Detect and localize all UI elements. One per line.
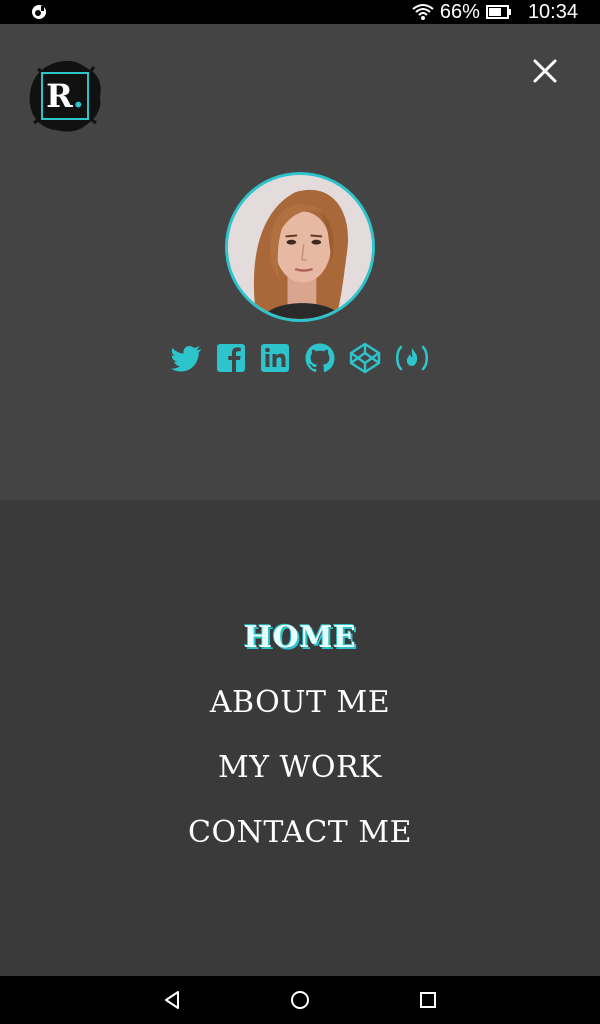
recents-icon[interactable] — [416, 988, 440, 1012]
clock: 10:34 — [527, 0, 578, 23]
twitter-icon[interactable] — [170, 341, 204, 375]
back-icon[interactable] — [160, 988, 184, 1012]
app-frame: 66% 10:34 R. HOME ABOUT ME MY WORK CONTA… — [0, 0, 600, 1024]
github-icon[interactable] — [303, 341, 337, 375]
social-links — [168, 339, 438, 379]
site-logo[interactable]: R. — [26, 57, 104, 135]
profile-photo — [228, 175, 372, 319]
menu-item-home[interactable]: HOME — [0, 620, 600, 655]
nav-menu: HOME ABOUT ME MY WORK CONTACT ME — [0, 500, 600, 976]
menu-item-about-me[interactable]: ABOUT ME — [0, 685, 600, 720]
menu-item-my-work[interactable]: MY WORK — [0, 750, 600, 785]
logo-dot: . — [72, 77, 84, 115]
wifi-icon — [412, 4, 434, 20]
battery-icon — [485, 5, 511, 19]
battery-percent: 66% — [439, 0, 480, 23]
notification-icon — [32, 5, 46, 19]
freecodecamp-icon[interactable] — [393, 341, 431, 375]
logo-text: R. — [26, 57, 104, 135]
avatar — [225, 172, 375, 322]
home-icon[interactable] — [288, 988, 312, 1012]
codepen-icon[interactable] — [348, 341, 382, 375]
status-bar: 66% 10:34 — [0, 0, 600, 24]
system-nav-bar — [0, 976, 600, 1024]
facebook-icon[interactable] — [214, 341, 248, 375]
header-panel: R. — [0, 24, 600, 500]
close-icon[interactable] — [530, 56, 560, 86]
menu-item-contact-me[interactable]: CONTACT ME — [0, 815, 600, 850]
status-right: 66% 10:34 — [412, 0, 578, 24]
linkedin-icon[interactable] — [258, 341, 292, 375]
logo-letter: R — [46, 77, 73, 115]
